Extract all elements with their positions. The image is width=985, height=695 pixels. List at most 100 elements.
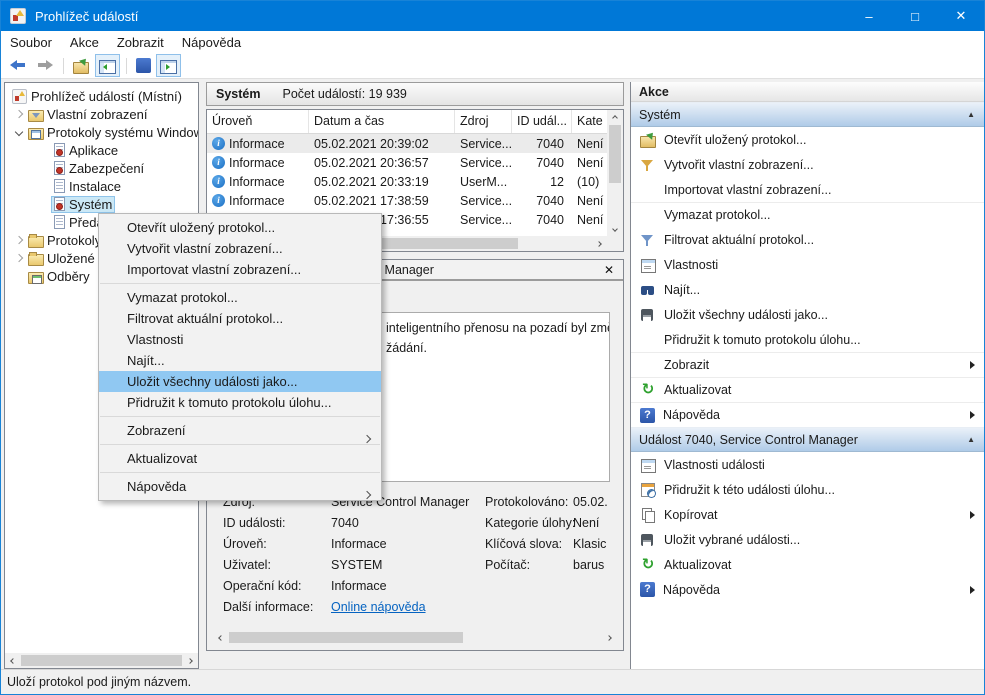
context-menu-item[interactable]: Vlastnosti bbox=[99, 329, 381, 350]
scroll-left-icon[interactable] bbox=[213, 630, 229, 645]
context-menu-item[interactable]: Najít... bbox=[99, 350, 381, 371]
action-item[interactable]: Vlastnosti události bbox=[631, 452, 985, 477]
chevron-down-icon[interactable] bbox=[11, 129, 27, 135]
column-uroven[interactable]: Úroveň bbox=[207, 110, 309, 133]
chevron-right-icon[interactable] bbox=[11, 237, 27, 243]
event-id: 12 bbox=[512, 175, 572, 189]
action-item[interactable]: Přidružit k této události úlohu... bbox=[631, 477, 985, 502]
action-item[interactable]: Kopírovat bbox=[631, 502, 985, 527]
context-menu-item[interactable]: Filtrovat aktuální protokol... bbox=[99, 308, 381, 329]
tree-item[interactable]: Systém bbox=[5, 195, 198, 213]
action-item[interactable]: Najít... bbox=[631, 277, 985, 302]
action-item[interactable]: ↻Aktualizovat bbox=[631, 552, 985, 577]
scroll-left-icon[interactable] bbox=[5, 653, 21, 668]
action-section-header[interactable]: Systém▲ bbox=[631, 102, 985, 127]
properties-icon bbox=[640, 257, 656, 273]
event-row[interactable]: iInformace05.02.2021 20:39:02Service...7… bbox=[207, 134, 607, 153]
context-menu-item[interactable]: Otevřít uložený protokol... bbox=[99, 217, 381, 238]
scroll-up-icon[interactable] bbox=[607, 110, 623, 125]
close-button[interactable]: ✕ bbox=[938, 1, 984, 31]
maximize-button[interactable]: □ bbox=[892, 1, 938, 31]
tree-horizontal-scrollbar[interactable] bbox=[5, 653, 198, 668]
event-row[interactable]: iInformace05.02.2021 20:36:57Service...7… bbox=[207, 153, 607, 172]
column-kategorie[interactable]: Kate bbox=[572, 110, 607, 133]
column-zdroj[interactable]: Zdroj bbox=[455, 110, 512, 133]
tree-item[interactable]: Zabezpečení bbox=[5, 159, 198, 177]
tree-item[interactable]: Instalace bbox=[5, 177, 198, 195]
collapse-icon[interactable]: ▲ bbox=[967, 110, 975, 119]
submenu-chevron-icon bbox=[364, 427, 370, 448]
tree-log-plain-icon bbox=[54, 215, 65, 229]
tree-item[interactable]: Protokoly systému Windows bbox=[5, 123, 198, 141]
context-menu-item[interactable]: Vymazat protokol... bbox=[99, 287, 381, 308]
chevron-right-icon[interactable] bbox=[11, 255, 27, 261]
action-item[interactable]: ?Nápověda bbox=[631, 577, 985, 602]
action-item-label: Kopírovat bbox=[664, 508, 718, 522]
toolbar-open-log-button[interactable] bbox=[69, 54, 94, 77]
list-vertical-scrollbar[interactable] bbox=[607, 110, 623, 236]
context-menu-item[interactable]: Vytvořit vlastní zobrazení... bbox=[99, 238, 381, 259]
menu-soubor[interactable]: Soubor bbox=[1, 33, 61, 52]
collapse-icon[interactable]: ▲ bbox=[967, 435, 975, 444]
tree-folder-filter-icon bbox=[28, 107, 43, 122]
information-icon: i bbox=[212, 156, 225, 169]
action-section-header[interactable]: Událost 7040, Service Control Manager▲ bbox=[631, 427, 985, 452]
detail-row: ID události:7040Kategorie úlohy:Není bbox=[217, 513, 617, 534]
minimize-button[interactable]: – bbox=[846, 1, 892, 31]
action-item[interactable]: Vymazat protokol... bbox=[631, 202, 985, 227]
chevron-right-icon[interactable] bbox=[11, 111, 27, 117]
tree-item[interactable]: Prohlížeč událostí (Místní) bbox=[5, 87, 198, 105]
tree-item[interactable]: Vlastní zobrazení bbox=[5, 105, 198, 123]
action-item[interactable]: ↻Aktualizovat bbox=[631, 377, 985, 402]
scrollbar-thumb[interactable] bbox=[229, 632, 463, 643]
tree-item[interactable]: Aplikace bbox=[5, 141, 198, 159]
scroll-right-icon[interactable] bbox=[601, 630, 617, 645]
toolbar-show-action-pane-button[interactable] bbox=[156, 54, 181, 77]
event-row[interactable]: iInformace05.02.2021 17:38:59Service...7… bbox=[207, 191, 607, 210]
scrollbar-thumb[interactable] bbox=[609, 125, 621, 183]
event-row[interactable]: iInformace05.02.2021 20:33:19UserM...12(… bbox=[207, 172, 607, 191]
action-item[interactable]: Otevřít uložený protokol... bbox=[631, 127, 985, 152]
titlebar[interactable]: Prohlížeč událostí – □ ✕ bbox=[1, 1, 984, 31]
menu-zobrazit[interactable]: Zobrazit bbox=[108, 33, 173, 52]
preview-horizontal-scrollbar[interactable] bbox=[213, 630, 617, 645]
action-item[interactable]: Zobrazit bbox=[631, 352, 985, 377]
scrollbar-thumb[interactable] bbox=[21, 655, 182, 666]
action-item-label: Vlastnosti události bbox=[664, 458, 765, 472]
toolbar-back-button[interactable] bbox=[6, 54, 31, 77]
context-menu-item[interactable]: Importovat vlastní zobrazení... bbox=[99, 259, 381, 280]
action-item[interactable]: Vytvořit vlastní zobrazení... bbox=[631, 152, 985, 177]
context-menu-item[interactable]: Nápověda bbox=[99, 476, 381, 497]
context-menu-item[interactable]: Aktualizovat bbox=[99, 448, 381, 469]
submenu-arrow-icon bbox=[970, 511, 975, 519]
scroll-right-icon[interactable] bbox=[591, 236, 607, 251]
filter-gold-icon bbox=[640, 157, 656, 173]
toolbar-show-console-tree-button[interactable] bbox=[95, 54, 120, 77]
tree-node: Systém bbox=[51, 196, 115, 213]
action-item[interactable]: Přidružit k tomuto protokolu úlohu... bbox=[631, 327, 985, 352]
online-help-link[interactable]: Online nápověda bbox=[331, 600, 426, 614]
scroll-down-icon[interactable] bbox=[607, 221, 623, 236]
column-datum-a-cas[interactable]: Datum a čas bbox=[309, 110, 455, 133]
toolbar-help-button[interactable] bbox=[132, 54, 155, 77]
field-value: 7040 bbox=[331, 516, 359, 530]
toolbar-forward-button[interactable] bbox=[32, 54, 57, 77]
context-menu-item[interactable]: Přidružit k tomuto protokolu úlohu... bbox=[99, 392, 381, 413]
action-item[interactable]: Uložit vybrané události... bbox=[631, 527, 985, 552]
menu-napoveda[interactable]: Nápověda bbox=[173, 33, 250, 52]
scroll-right-icon[interactable] bbox=[182, 653, 198, 668]
action-item[interactable]: Filtrovat aktuální protokol... bbox=[631, 227, 985, 252]
action-item[interactable]: ?Nápověda bbox=[631, 402, 985, 427]
context-menu-item[interactable]: Uložit všechny události jako... bbox=[99, 371, 381, 392]
help-icon: ? bbox=[640, 582, 655, 597]
refresh-icon: ↻ bbox=[640, 557, 656, 573]
menu-akce[interactable]: Akce bbox=[61, 33, 108, 52]
context-menu-item[interactable]: Zobrazení bbox=[99, 420, 381, 441]
action-item[interactable]: Vlastnosti bbox=[631, 252, 985, 277]
action-item[interactable]: Uložit všechny události jako... bbox=[631, 302, 985, 327]
actions-body: Systém▲Otevřít uložený protokol...Vytvoř… bbox=[631, 102, 985, 602]
column-id-udalosti[interactable]: ID udál... bbox=[512, 110, 572, 133]
close-icon[interactable]: ✕ bbox=[604, 263, 614, 277]
action-item[interactable]: Importovat vlastní zobrazení... bbox=[631, 177, 985, 202]
field-label: Úroveň: bbox=[223, 537, 267, 551]
